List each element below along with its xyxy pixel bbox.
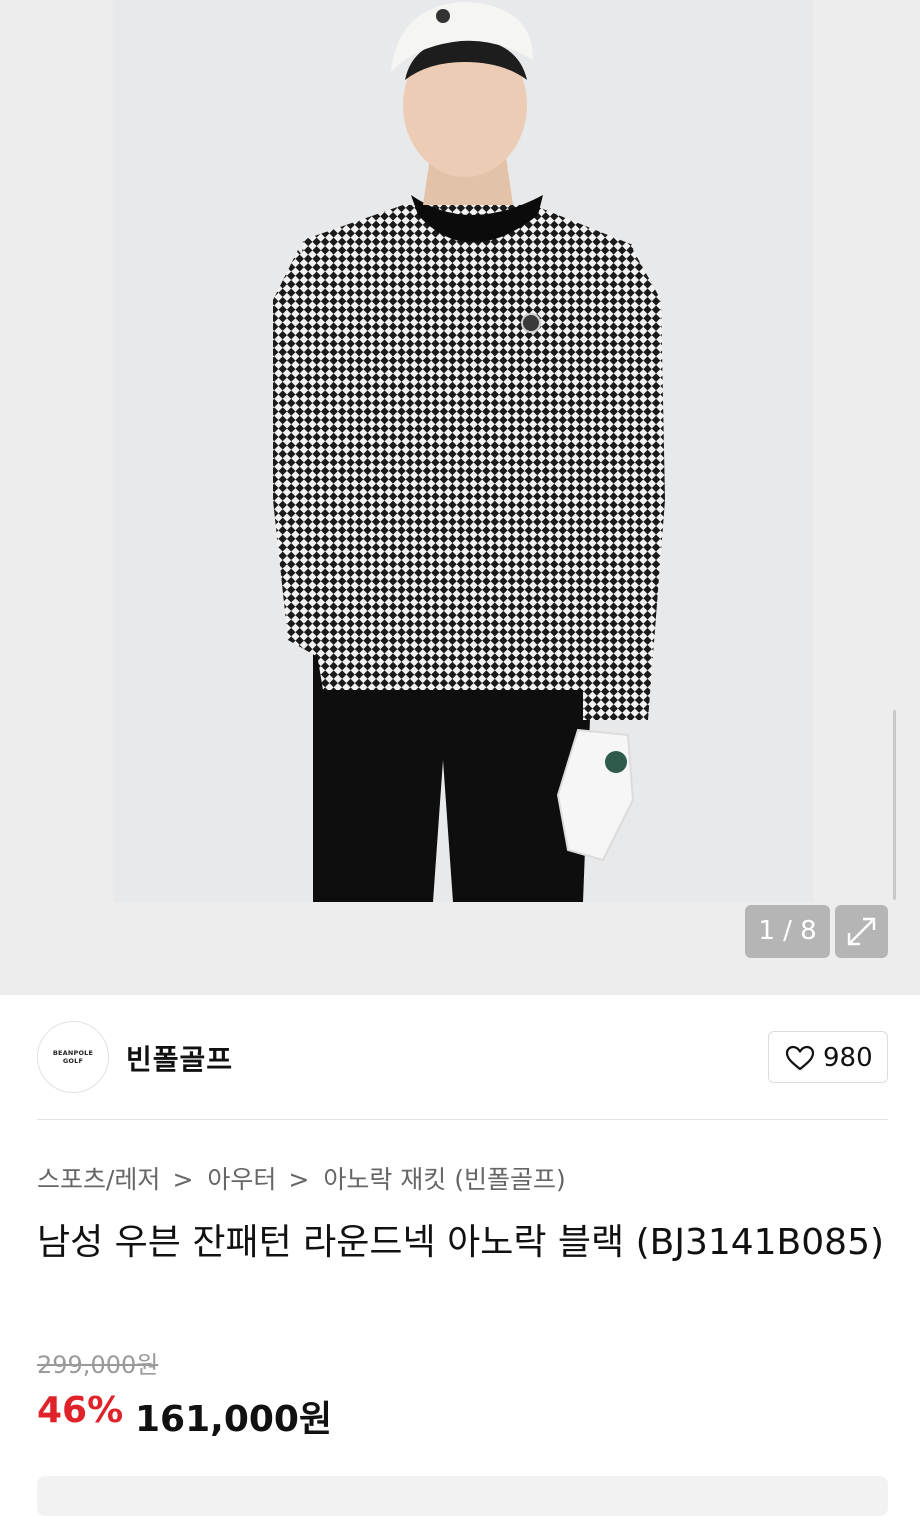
breadcrumb: 스포츠/레저 > 아우터 > 아노락 재킷 (빈폴골프) xyxy=(37,1160,566,1196)
divider xyxy=(37,1119,888,1120)
product-photo[interactable] xyxy=(113,0,813,902)
gallery-scrollbar[interactable] xyxy=(893,710,896,900)
option-section[interactable] xyxy=(37,1476,888,1516)
expand-arrows-icon xyxy=(847,917,876,946)
heart-icon xyxy=(785,1045,815,1071)
breadcrumb-item-sports[interactable]: 스포츠/레저 xyxy=(37,1165,160,1194)
breadcrumb-item-anorak[interactable]: 아노락 재킷 (빈폴골프) xyxy=(323,1165,565,1194)
brand-logo-text: BEANPOLE GOLF xyxy=(52,1049,94,1065)
breadcrumb-chevron-icon: > xyxy=(288,1165,310,1194)
model-illustration xyxy=(113,0,813,902)
breadcrumb-item-outer[interactable]: 아우터 xyxy=(207,1165,276,1194)
image-counter: 1 / 8 xyxy=(745,905,830,958)
brand-logo[interactable]: BEANPOLE GOLF xyxy=(37,1021,109,1093)
original-price: 299,000원 xyxy=(37,1351,159,1379)
breadcrumb-chevron-icon: > xyxy=(172,1165,194,1194)
like-button[interactable]: 980 xyxy=(768,1031,888,1083)
discount-rate: 46% xyxy=(37,1390,124,1431)
like-count: 980 xyxy=(823,1043,873,1073)
expand-image-button[interactable] xyxy=(835,905,888,958)
product-image-gallery[interactable]: 1 / 8 xyxy=(0,0,920,995)
brand-name[interactable]: 빈폴골프 xyxy=(126,1038,233,1078)
sale-price: 161,000원 xyxy=(135,1399,333,1440)
product-title: 남성 우븐 잔패턴 라운드넥 아노락 블랙 (BJ3141B085) xyxy=(37,1222,885,1263)
